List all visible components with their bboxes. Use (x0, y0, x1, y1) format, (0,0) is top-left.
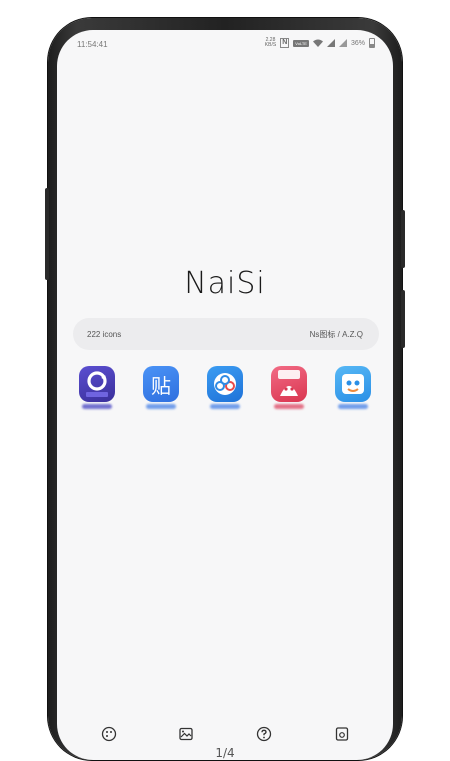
icon-shadow (210, 404, 240, 409)
app-icon-5[interactable] (335, 366, 371, 402)
wifi-icon (312, 39, 323, 47)
net-speed-unit: KB/S (264, 42, 277, 48)
icon-shadow (338, 404, 368, 409)
icon-shadow (274, 404, 304, 409)
battery-percent: 36% (350, 39, 365, 47)
app-icon-3[interactable] (207, 366, 243, 402)
phone-screen: 11:54:41 2.28 KB/S N VoLTE 36% NaiSi 222… (57, 30, 393, 760)
icon-count: 222 icons (87, 330, 122, 339)
battery-icon (369, 38, 375, 48)
refresh-circle-icon (86, 371, 108, 397)
icon-info-bar[interactable]: 222 icons Ns图标 / A.Z.Q (73, 318, 379, 350)
net-speed: 2.28 KB/S (265, 38, 276, 48)
phone-power-button (401, 290, 405, 348)
volte-badge: VoLTE (293, 39, 309, 47)
app-icon-1[interactable] (79, 366, 115, 402)
help-icon[interactable] (256, 726, 272, 742)
phone-side-button (45, 188, 49, 280)
icon-shadow (82, 404, 112, 409)
nfc-icon: N (280, 38, 290, 48)
status-icons: 2.28 KB/S N VoLTE 36% (265, 38, 375, 48)
cloud-icon (214, 373, 236, 395)
settings-icon[interactable] (334, 726, 350, 742)
icon-grid-row: 贴 (57, 366, 393, 416)
palette-icon[interactable] (101, 726, 117, 742)
icon-shadow (146, 404, 176, 409)
sort-label[interactable]: Ns图标 / A.Z.Q (310, 329, 363, 340)
status-bar: 11:54:41 2.28 KB/S N VoLTE 36% (57, 36, 393, 54)
status-time: 11:54:41 (77, 40, 108, 49)
mascot-icon (278, 370, 300, 396)
tieba-glyph: 贴 (151, 373, 171, 398)
app-icon-4[interactable] (271, 366, 307, 402)
page-indicator: 1/4 (215, 746, 235, 760)
app-title: NaiSi (184, 266, 266, 301)
phone-volume-button (401, 210, 405, 268)
app-icon-2[interactable]: 贴 (143, 366, 179, 402)
wallpaper-icon[interactable] (178, 726, 194, 742)
signal-icon (326, 39, 335, 47)
character-icon (342, 374, 364, 394)
signal-icon-2 (338, 39, 347, 47)
